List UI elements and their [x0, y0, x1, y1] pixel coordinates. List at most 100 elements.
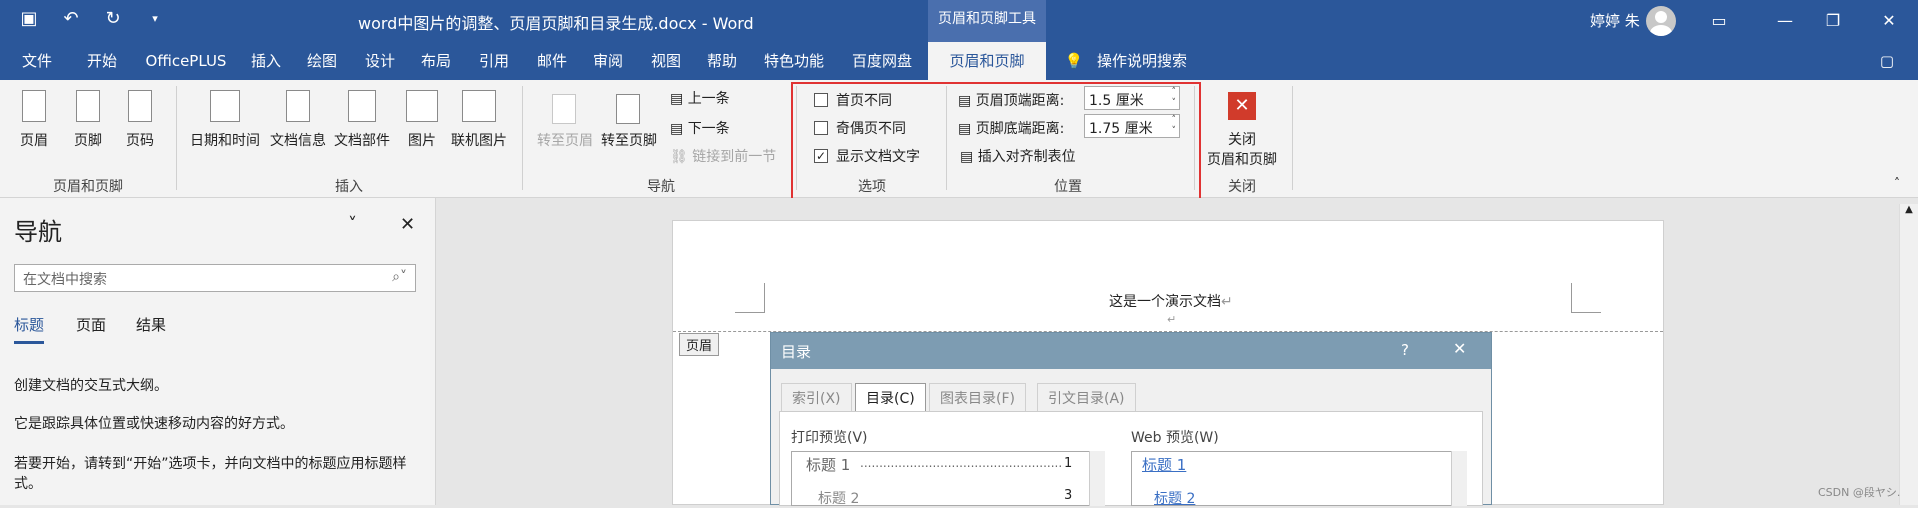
nav-help-text-1: 创建文档的交互式大纲。 [14, 378, 168, 394]
tab-insert[interactable]: 插入 [244, 42, 288, 80]
annotation-highlight [791, 82, 1201, 204]
goto-header-icon [552, 94, 576, 124]
nav-tab-pages[interactable]: 页面 [76, 314, 106, 335]
next-section-button[interactable]: ▤ 下一条 [670, 118, 730, 138]
web-preview-label: Web 预览(W) [1131, 430, 1219, 446]
page-number-button[interactable]: 页码 [116, 130, 164, 150]
print-preview-scrollbar[interactable] [1089, 451, 1105, 506]
group-separator [1292, 86, 1293, 190]
watermark: CSDN @段ヤシ. [1818, 486, 1901, 499]
print-preview-h2-page: 3 [1064, 488, 1073, 503]
dialog-tab-index[interactable]: 索引(X) [781, 383, 852, 411]
tab-baidu-netdisk[interactable]: 百度网盘 [844, 42, 920, 80]
tab-view[interactable]: 视图 [644, 42, 688, 80]
nav-tab-headings[interactable]: 标题 [14, 314, 45, 344]
goto-footer-button[interactable]: 转至页脚 [596, 130, 662, 150]
dialog-help-icon[interactable]: ? [1401, 341, 1409, 359]
customize-qat-icon[interactable]: ▾ [144, 8, 166, 30]
redo-icon[interactable]: ↻ [102, 8, 124, 30]
header-text[interactable]: 这是一个演示文档↵ [1109, 291, 1233, 311]
close-header-footer-button[interactable]: 关闭 页眉和页脚 [1200, 130, 1284, 170]
undo-icon[interactable]: ↶ [60, 8, 82, 30]
web-preview-box: 标题 1 标题 2 [1131, 451, 1467, 508]
header-button[interactable]: 页眉 [10, 130, 58, 150]
document-info-button[interactable]: 文档信息 [266, 130, 330, 150]
tab-help[interactable]: 帮助 [700, 42, 744, 80]
nav-pane-title: 导航 [14, 218, 62, 246]
vertical-scrollbar[interactable]: ▲ [1899, 204, 1918, 505]
tab-mailings[interactable]: 邮件 [530, 42, 574, 80]
dialog-tab-table-of-authorities[interactable]: 引文目录(A) [1037, 383, 1136, 411]
print-preview-label: 打印预览(V) [791, 430, 868, 446]
tab-draw[interactable]: 绘图 [300, 42, 344, 80]
tab-home[interactable]: 开始 [76, 42, 128, 80]
header-icon [22, 90, 46, 122]
save-icon[interactable]: ▣ [18, 8, 40, 30]
nav-tab-results[interactable]: 结果 [136, 314, 166, 335]
scroll-up-icon[interactable]: ▲ [1900, 204, 1918, 215]
date-time-button[interactable]: 日期和时间 [184, 130, 266, 150]
web-preview-h2-link[interactable]: 标题 2 [1154, 488, 1195, 508]
ribbon-display-options-icon[interactable]: ▭ [1696, 0, 1742, 42]
tab-design[interactable]: 设计 [358, 42, 402, 80]
user-name[interactable]: 婷婷 朱 [1590, 10, 1640, 31]
footer-button[interactable]: 页脚 [64, 130, 112, 150]
group-separator [522, 86, 523, 190]
print-preview-box: 标题 1 ...................................… [791, 451, 1105, 507]
tab-officeplus[interactable]: OfficePLUS [136, 42, 236, 80]
tab-review[interactable]: 审阅 [586, 42, 630, 80]
nav-close-icon[interactable]: ✕ [400, 214, 415, 235]
collapse-ribbon-icon[interactable]: ˄ [1894, 176, 1900, 190]
tab-file[interactable]: 文件 [10, 42, 64, 80]
dialog-title: 目录 [781, 343, 812, 361]
web-preview-scrollbar[interactable] [1451, 451, 1467, 506]
web-preview-h1-link[interactable]: 标题 1 [1142, 454, 1186, 475]
online-pictures-icon [462, 90, 496, 122]
paragraph-mark-icon: ↵ [1167, 313, 1177, 326]
dialog-title-bar: 目录 ? ✕ [771, 333, 1491, 369]
link-icon: ⛓ [670, 149, 693, 165]
tab-special-features[interactable]: 特色功能 [756, 42, 832, 80]
group-label-navigation: 导航 [647, 179, 675, 195]
picture-button[interactable]: 图片 [398, 130, 446, 150]
dialog-tab-table-of-figures[interactable]: 图表目录(F) [929, 383, 1026, 411]
dialog-close-icon[interactable]: ✕ [1453, 339, 1466, 358]
group-label-close: 关闭 [1228, 179, 1256, 195]
nav-help-text-3: 若要开始，请转到“开始”选项卡，并向文档中的标题应用标题样式。 [14, 456, 407, 492]
nav-search-input[interactable]: 在文档中搜索 ⌕˅ [14, 264, 416, 292]
navigation-pane: 导航 ˅ ✕ 在文档中搜索 ⌕˅ 标题 页面 结果 创建文档的交互式大纲。 它是… [0, 198, 436, 505]
group-label-header-footer: 页眉和页脚 [53, 179, 123, 195]
minimize-icon[interactable]: — [1762, 0, 1808, 42]
comments-icon[interactable]: ▢ [1872, 42, 1902, 80]
previous-section-button[interactable]: ▤ 上一条 [670, 88, 730, 108]
document-info-icon [286, 90, 310, 122]
group-label-insert: 插入 [335, 179, 363, 195]
leader-dots: ........................................… [860, 456, 1062, 470]
link-to-previous-button[interactable]: ⛓ 链接到前一节 [670, 146, 776, 166]
close-icon[interactable]: ✕ [1866, 0, 1912, 42]
tab-layout[interactable]: 布局 [414, 42, 458, 80]
avatar[interactable] [1646, 6, 1676, 36]
group-separator [176, 86, 177, 190]
page-number-icon [128, 90, 152, 122]
nav-options-icon[interactable]: ˅ [348, 214, 357, 235]
header-tag: 页眉 [679, 333, 720, 356]
restore-icon[interactable]: ❐ [1810, 0, 1856, 42]
goto-header-button[interactable]: 转至页眉 [532, 130, 598, 150]
nav-help-text-2: 它是跟踪具体位置或快速移动内容的好方式。 [14, 416, 294, 432]
goto-footer-icon [616, 94, 640, 124]
tab-references[interactable]: 引用 [472, 42, 516, 80]
ribbon-tabs: 文件 开始 OfficePLUS 插入 绘图 设计 布局 引用 邮件 审阅 视图… [0, 42, 1918, 80]
print-preview-h1: 标题 1 [806, 456, 851, 474]
tell-me-search[interactable]: 操作说明搜索 [1094, 42, 1190, 80]
header-margin-mark-right [1571, 283, 1601, 313]
search-icon[interactable]: ⌕˅ [392, 269, 407, 285]
tab-header-footer[interactable]: 页眉和页脚 [928, 42, 1046, 80]
toc-dialog: 目录 ? ✕ 索引(X) 目录(C) 图表目录(F) 引文目录(A) 打印预览(… [770, 332, 1492, 508]
online-pictures-button[interactable]: 联机图片 [446, 130, 512, 150]
quick-parts-icon [348, 90, 376, 122]
dialog-tab-toc[interactable]: 目录(C) [855, 383, 926, 411]
quick-parts-button[interactable]: 文档部件 [330, 130, 394, 150]
close-header-footer-icon: ✕ [1228, 92, 1256, 120]
picture-icon [406, 90, 438, 122]
